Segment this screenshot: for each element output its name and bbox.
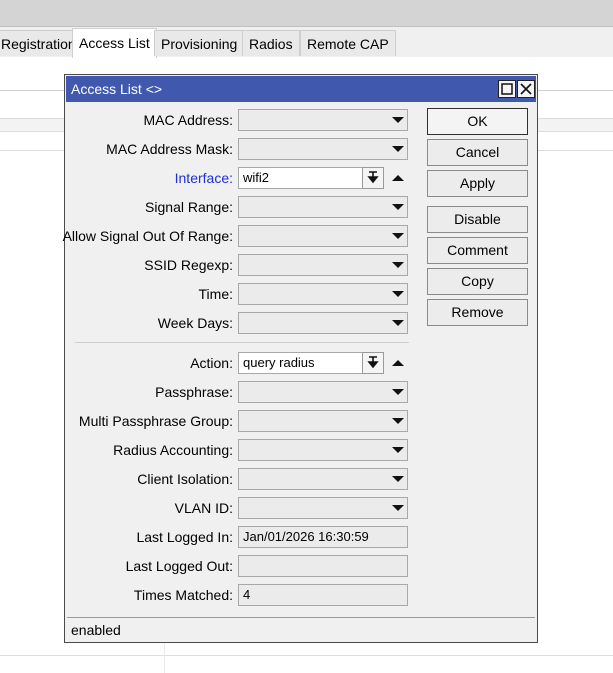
dialog-titlebar[interactable]: Access List <> bbox=[66, 76, 536, 102]
passphrase-field[interactable] bbox=[238, 381, 408, 403]
chevron-down-icon bbox=[367, 171, 379, 184]
disable-button[interactable]: Disable bbox=[427, 206, 528, 233]
cancel-button[interactable]: Cancel bbox=[427, 139, 528, 166]
last-logged-out-label: Last Logged Out: bbox=[125, 558, 233, 574]
dropdown-arrow-icon[interactable] bbox=[391, 202, 405, 212]
copy-button[interactable]: Copy bbox=[427, 268, 528, 295]
client-isolation-label: Client Isolation: bbox=[137, 471, 233, 487]
status-bar: enabled bbox=[67, 617, 535, 641]
restore-icon[interactable] bbox=[498, 80, 516, 98]
ssid-regexp-field[interactable] bbox=[238, 254, 408, 276]
last-logged-in-label: Last Logged In: bbox=[136, 529, 233, 545]
action-label: Action: bbox=[190, 355, 233, 371]
client-isolation-field[interactable] bbox=[238, 468, 408, 490]
dropdown-arrow-icon[interactable] bbox=[391, 115, 405, 125]
allow-signal-out-of-range-field[interactable] bbox=[238, 225, 408, 247]
action-dropdown-button[interactable] bbox=[362, 352, 384, 374]
radius-accounting-field[interactable] bbox=[238, 439, 408, 461]
remove-button[interactable]: Remove bbox=[427, 299, 528, 326]
background-window-header bbox=[0, 0, 613, 27]
close-icon[interactable] bbox=[517, 80, 535, 98]
signal-range-field[interactable] bbox=[238, 196, 408, 218]
mac-address-mask-field[interactable] bbox=[238, 138, 408, 160]
collapse-arrow-icon[interactable] bbox=[391, 358, 405, 368]
vlan-id-label: VLAN ID: bbox=[174, 500, 233, 516]
dropdown-arrow-icon[interactable] bbox=[391, 231, 405, 241]
mac-address-mask-label: MAC Address Mask: bbox=[106, 141, 233, 157]
tab-registration[interactable]: Registration bbox=[0, 30, 83, 56]
dropdown-arrow-icon[interactable] bbox=[391, 387, 405, 397]
dropdown-arrow-icon[interactable] bbox=[391, 445, 405, 455]
dialog-title: Access List <> bbox=[71, 81, 163, 97]
multi-passphrase-group-field[interactable] bbox=[238, 410, 408, 432]
mac-address-field[interactable] bbox=[238, 109, 408, 131]
dropdown-arrow-icon[interactable] bbox=[391, 474, 405, 484]
dropdown-arrow-icon[interactable] bbox=[391, 289, 405, 299]
tab-radios[interactable]: Radios bbox=[242, 30, 300, 56]
dropdown-arrow-icon[interactable] bbox=[391, 416, 405, 426]
access-list-dialog: Access List <> MAC Address: MAC Address … bbox=[62, 74, 538, 643]
last-logged-out-value bbox=[238, 555, 408, 577]
dropdown-arrow-icon[interactable] bbox=[391, 503, 405, 513]
tab-remote-cap[interactable]: Remote CAP bbox=[300, 30, 396, 56]
time-label: Time: bbox=[198, 286, 233, 302]
comment-button[interactable]: Comment bbox=[427, 237, 528, 264]
last-logged-in-value: Jan/01/2026 16:30:59 bbox=[238, 526, 408, 548]
interface-select[interactable]: wifi2 bbox=[238, 167, 363, 189]
mac-address-label: MAC Address: bbox=[143, 112, 233, 128]
ok-button[interactable]: OK bbox=[427, 108, 528, 135]
tab-provisioning[interactable]: Provisioning bbox=[154, 30, 245, 56]
dropdown-arrow-icon[interactable] bbox=[391, 260, 405, 270]
interface-label[interactable]: Interface: bbox=[175, 170, 233, 186]
week-days-field[interactable] bbox=[238, 312, 408, 334]
apply-button[interactable]: Apply bbox=[427, 170, 528, 197]
dropdown-arrow-icon[interactable] bbox=[391, 318, 405, 328]
action-select[interactable]: query radius bbox=[238, 352, 363, 374]
section-divider bbox=[75, 342, 409, 343]
time-field[interactable] bbox=[238, 283, 408, 305]
times-matched-label: Times Matched: bbox=[133, 587, 233, 603]
ssid-regexp-label: SSID Regexp: bbox=[144, 257, 233, 273]
allow-signal-out-of-range-label: Allow Signal Out Of Range: bbox=[62, 228, 233, 244]
multi-passphrase-group-label: Multi Passphrase Group: bbox=[78, 413, 233, 429]
collapse-arrow-icon[interactable] bbox=[391, 173, 405, 183]
tab-access-list[interactable]: Access List bbox=[72, 28, 157, 58]
vlan-id-field[interactable] bbox=[238, 497, 408, 519]
status-text: enabled bbox=[71, 622, 121, 638]
week-days-label: Week Days: bbox=[157, 315, 233, 331]
interface-dropdown-button[interactable] bbox=[362, 167, 384, 189]
dropdown-arrow-icon[interactable] bbox=[391, 144, 405, 154]
signal-range-label: Signal Range: bbox=[145, 199, 233, 215]
list-row bbox=[0, 655, 613, 656]
passphrase-label: Passphrase: bbox=[155, 384, 233, 400]
times-matched-value: 4 bbox=[238, 584, 408, 606]
chevron-down-icon bbox=[367, 356, 379, 369]
tab-bar: Registration Access List Provisioning Ra… bbox=[0, 27, 613, 58]
radius-accounting-label: Radius Accounting: bbox=[113, 442, 233, 458]
